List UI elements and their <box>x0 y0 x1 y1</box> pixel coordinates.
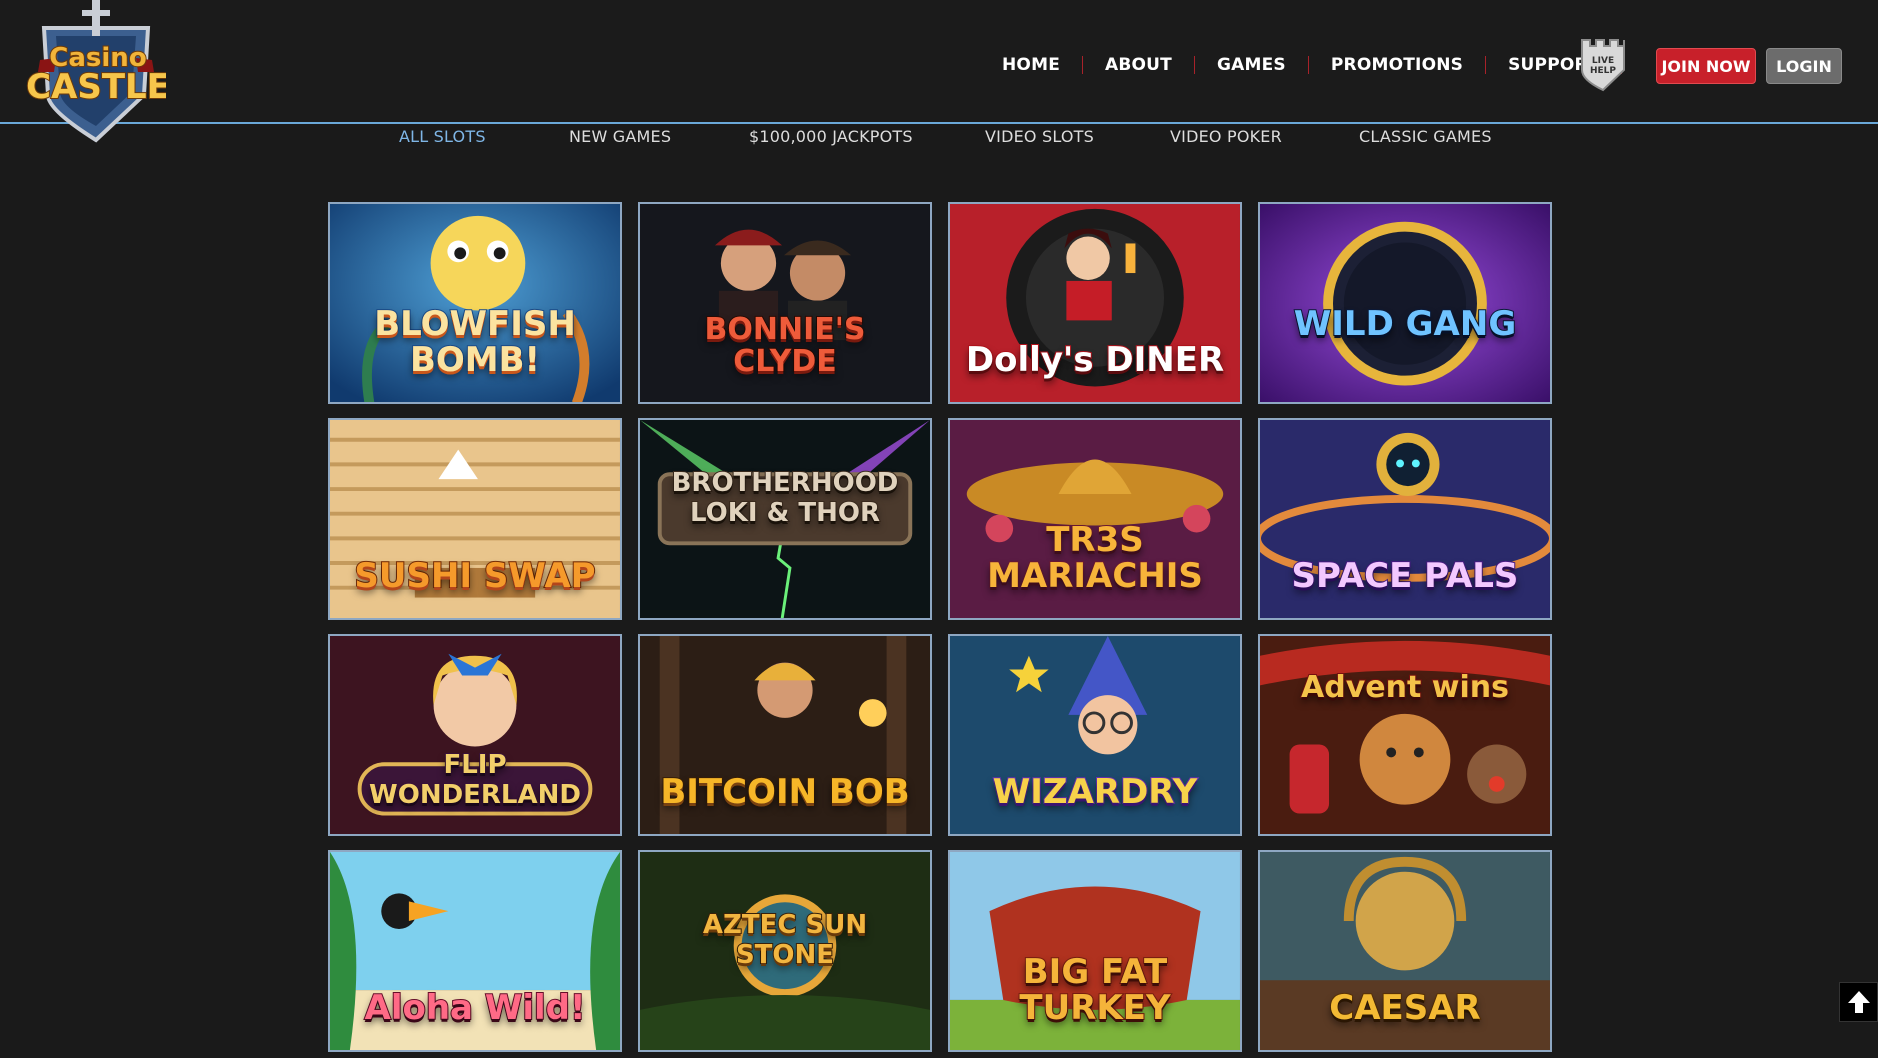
game-title: WILD GANG <box>1293 304 1517 344</box>
main-nav: HOME ABOUT GAMES PROMOTIONS SUPPORT <box>980 50 1622 80</box>
svg-text:HELP: HELP <box>1590 66 1616 76</box>
game-tile[interactable]: BONNIE'S CLYDE <box>638 202 932 404</box>
game-title: CAESAR <box>1328 988 1481 1028</box>
game-category-nav: ALL SLOTS NEW GAMES $100,000 JACKPOTS VI… <box>0 125 1878 151</box>
game-tile[interactable]: SUSHI SWAP <box>328 418 622 620</box>
game-title: AZTEC SUN STONE <box>702 909 868 971</box>
site-header: Casino CASTLE HOME ABOUT GAMES PROMOTION… <box>0 0 1878 143</box>
scroll-to-top-button[interactable] <box>1839 982 1878 1022</box>
tab-classic-games[interactable]: CLASSIC GAMES <box>1359 127 1492 146</box>
game-tile[interactable]: Aloha Wild! <box>328 850 622 1052</box>
nav-home[interactable]: HOME <box>980 55 1082 75</box>
tab-jackpots[interactable]: $100,000 JACKPOTS <box>749 127 913 146</box>
casino-castle-logo[interactable]: Casino CASTLE <box>25 0 171 145</box>
arrow-up-icon <box>1847 991 1870 1013</box>
game-tile[interactable]: BIG FAT TURKEY <box>948 850 1242 1052</box>
game-title: Dolly's DINER <box>965 340 1225 380</box>
game-title: Advent wins <box>1300 670 1510 705</box>
game-title: BITCOIN BOB <box>659 772 910 812</box>
logo-text-castle: CASTLE <box>26 67 166 107</box>
svg-text:LIVE: LIVE <box>1592 56 1614 66</box>
nav-about[interactable]: ABOUT <box>1083 55 1194 75</box>
game-title: SPACE PALS <box>1291 556 1520 596</box>
login-button[interactable]: LOGIN <box>1766 48 1842 84</box>
game-title: TR3S MARIACHIS <box>986 520 1204 596</box>
tab-all-slots[interactable]: ALL SLOTS <box>399 127 486 146</box>
game-title: BLOWFISH BOMB! <box>373 304 577 380</box>
game-tile[interactable]: FLIP WONDERLAND <box>328 634 622 836</box>
game-tile[interactable]: CAESAR <box>1258 850 1552 1052</box>
game-tile[interactable]: WIZARDRY <box>948 634 1242 836</box>
game-tile[interactable]: Advent wins <box>1258 634 1552 836</box>
gingerbread-icon <box>1260 636 1550 834</box>
game-tile[interactable]: BROTHERHOOD LOKI & THOR <box>638 418 932 620</box>
game-title: SUSHI SWAP <box>353 556 596 596</box>
game-tile[interactable]: WILD GANG <box>1258 202 1552 404</box>
game-tile[interactable]: AZTEC SUN STONE <box>638 850 932 1052</box>
game-title: Aloha Wild! <box>364 988 587 1028</box>
game-tile[interactable]: SPACE PALS <box>1258 418 1552 620</box>
game-title: FLIP WONDERLAND <box>368 749 582 811</box>
game-title: WIZARDRY <box>992 772 1198 812</box>
tab-new-games[interactable]: NEW GAMES <box>569 127 671 146</box>
game-title: BROTHERHOOD LOKI & THOR <box>671 467 900 529</box>
game-grid: BLOWFISH BOMB! BONNIE'S CLYDE Dolly's DI… <box>328 202 1552 1052</box>
nav-games[interactable]: GAMES <box>1195 55 1308 75</box>
tab-video-slots[interactable]: VIDEO SLOTS <box>985 127 1094 146</box>
nav-promotions[interactable]: PROMOTIONS <box>1309 55 1485 75</box>
game-tile[interactable]: BITCOIN BOB <box>638 634 932 836</box>
game-tile[interactable]: TR3S MARIACHIS <box>948 418 1242 620</box>
tab-video-poker[interactable]: VIDEO POKER <box>1170 127 1282 146</box>
game-title: BONNIE'S CLYDE <box>703 312 866 379</box>
castle-tower-icon: LIVE HELP <box>1581 39 1625 92</box>
game-tile[interactable]: Dolly's DINER <box>948 202 1242 404</box>
join-now-button[interactable]: JOIN NOW <box>1656 48 1756 84</box>
live-help-button[interactable]: LIVE HELP <box>1578 36 1628 92</box>
game-title: BIG FAT TURKEY <box>1018 952 1171 1028</box>
game-tile[interactable]: BLOWFISH BOMB! <box>328 202 622 404</box>
